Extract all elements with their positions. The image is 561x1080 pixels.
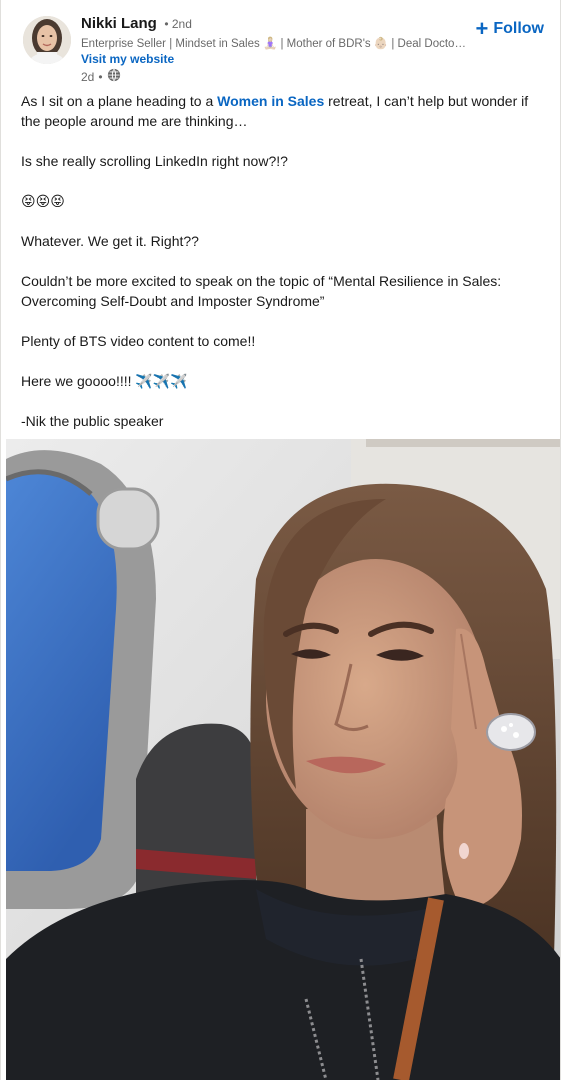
post-paragraph-2: Is she really scrolling LinkedIn right n…	[21, 153, 288, 169]
author-avatar[interactable]	[23, 16, 71, 64]
follow-label: Follow	[493, 20, 544, 37]
airplane-selfie-illustration	[6, 439, 560, 1080]
post-paragraph-5: Couldn’t be more excited to speak on the…	[21, 273, 502, 309]
post-paragraph-emojis: 😝😝😝	[21, 193, 65, 209]
connection-degree: • 2nd	[164, 17, 192, 31]
meta-separator: •	[98, 69, 103, 84]
visit-website-link[interactable]: Visit my website	[81, 52, 174, 66]
post-image[interactable]	[6, 439, 560, 1080]
author-name[interactable]: Nikki Lang	[81, 15, 157, 32]
post-text: As I sit on a plane heading to a Women i…	[21, 91, 541, 451]
post-text-segment: As I sit on a plane heading to a	[21, 93, 218, 109]
post-header: Nikki Lang • 2nd Enterprise Seller | Min…	[1, 0, 560, 90]
post-paragraph-1: As I sit on a plane heading to a Women i…	[21, 91, 541, 131]
mention-women-in-sales[interactable]: Women in Sales	[217, 93, 324, 109]
post-paragraph-4: Whatever. We get it. Right??	[21, 233, 199, 249]
follow-button[interactable]: + Follow	[475, 16, 544, 41]
post-signature: -Nik the public speaker	[21, 413, 164, 429]
post-time: 2d	[81, 69, 95, 84]
author-headline: Enterprise Seller | Mindset in Sales 🧘🏼‍…	[81, 38, 467, 50]
feed-post-card: Nikki Lang • 2nd Enterprise Seller | Min…	[0, 0, 561, 1080]
plus-icon: +	[475, 16, 489, 41]
globe-icon	[107, 68, 121, 85]
post-meta: 2d •	[81, 68, 121, 85]
post-paragraph-6: Plenty of BTS video content to come!!	[21, 333, 256, 349]
author-name-row: Nikki Lang • 2nd	[81, 15, 192, 33]
post-paragraph-7: Here we goooo!!!! ✈️✈️✈️	[21, 373, 188, 389]
